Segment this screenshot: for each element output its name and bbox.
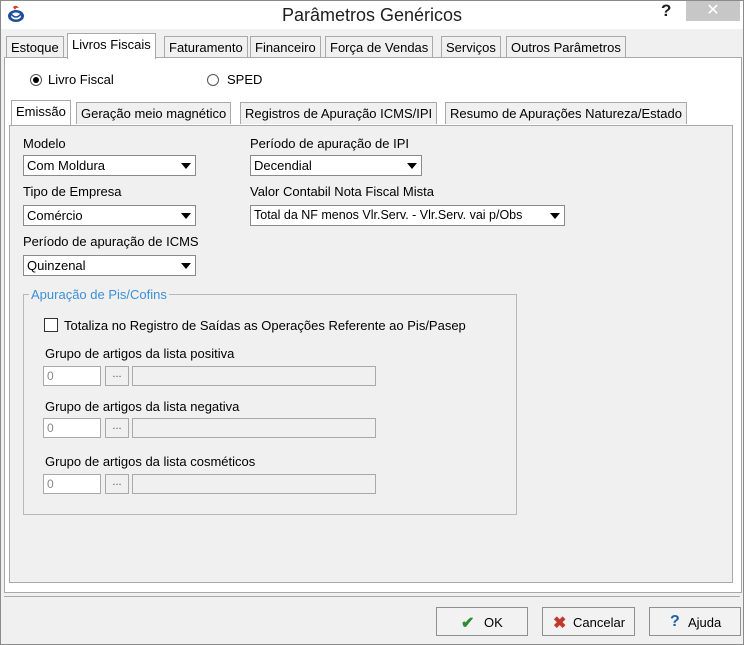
title-bar: Parâmetros Genéricos ? ✕ bbox=[1, 1, 743, 29]
tipo-empresa-label: Tipo de Empresa bbox=[23, 184, 122, 199]
grupo-cosmeticos-description bbox=[132, 474, 376, 494]
tab-label: Financeiro bbox=[255, 40, 316, 55]
tab-label: Emissão bbox=[16, 104, 66, 119]
subtab-geracao-meio-magnetico[interactable]: Geração meio magnético bbox=[76, 102, 232, 124]
grupo-positiva-code-input[interactable]: 0 bbox=[43, 366, 101, 386]
tab-label: Livros Fiscais bbox=[72, 37, 151, 52]
totaliza-label: Totaliza no Registro de Saídas as Operaç… bbox=[64, 318, 466, 333]
ok-button[interactable]: ✔ OK bbox=[436, 607, 528, 636]
grupo-positiva-label: Grupo de artigos da lista positiva bbox=[45, 346, 235, 361]
cancel-button-label: Cancelar bbox=[573, 615, 626, 630]
help-button-label: Ajuda bbox=[688, 615, 722, 630]
help-title-button[interactable]: ? bbox=[661, 1, 671, 21]
window-title: Parâmetros Genéricos bbox=[281, 5, 463, 25]
periodo-icms-select[interactable]: Quinzenal bbox=[23, 255, 196, 276]
grupo-negativa-code-input[interactable]: 0 bbox=[43, 418, 101, 438]
tab-label: Outros Parâmetros bbox=[511, 40, 621, 55]
grupo-cosmeticos-lookup-button[interactable]: ... bbox=[105, 474, 129, 494]
modelo-value: Com Moldura bbox=[27, 158, 106, 173]
tab-label: Resumo de Apurações Natureza/Estado bbox=[450, 106, 682, 121]
pis-cofins-title: Apuração de Pis/Cofins bbox=[29, 287, 169, 302]
tab-label: Estoque bbox=[11, 40, 59, 55]
valor-contabil-label: Valor Contabil Nota Fiscal Mista bbox=[250, 184, 434, 199]
tab-servicos[interactable]: Serviços bbox=[441, 36, 501, 58]
tab-outros-parametros[interactable]: Outros Parâmetros bbox=[506, 36, 626, 58]
modelo-select[interactable]: Com Moldura bbox=[23, 155, 196, 176]
tab-label: Força de Vendas bbox=[330, 40, 429, 55]
subtab-registros-apuracao[interactable]: Registros de Apuração ICMS/IPI bbox=[240, 102, 438, 124]
tab-faturamento[interactable]: Faturamento bbox=[164, 36, 248, 58]
tab-label: Registros de Apuração ICMS/IPI bbox=[245, 106, 433, 121]
subtab-resumo-apuracoes[interactable]: Resumo de Apurações Natureza/Estado bbox=[445, 102, 687, 124]
periodo-ipi-select[interactable]: Decendial bbox=[250, 155, 422, 176]
grupo-negativa-lookup-button[interactable]: ... bbox=[105, 418, 129, 438]
footer-divider bbox=[4, 596, 740, 597]
chevron-down-icon[interactable] bbox=[403, 157, 420, 174]
chevron-down-icon[interactable] bbox=[177, 257, 194, 274]
tab-label: Faturamento bbox=[169, 40, 243, 55]
ok-button-label: OK bbox=[484, 615, 503, 630]
periodo-icms-label: Período de apuração de ICMS bbox=[23, 234, 199, 249]
dialog-window: Parâmetros Genéricos ? ✕ Estoque Livros … bbox=[0, 0, 744, 645]
tab-estoque[interactable]: Estoque bbox=[6, 36, 64, 58]
totaliza-checkbox[interactable] bbox=[44, 318, 58, 332]
chevron-down-icon[interactable] bbox=[546, 207, 563, 224]
help-button[interactable]: ? Ajuda bbox=[649, 607, 741, 636]
grupo-negativa-label: Grupo de artigos da lista negativa bbox=[45, 399, 240, 414]
radio-sped[interactable] bbox=[207, 74, 219, 86]
radio-livro-fiscal-label: Livro Fiscal bbox=[48, 72, 114, 87]
close-button[interactable]: ✕ bbox=[686, 1, 740, 21]
grupo-cosmeticos-label: Grupo de artigos da lista cosméticos bbox=[45, 454, 256, 469]
radio-livro-fiscal[interactable] bbox=[30, 74, 42, 86]
chevron-down-icon[interactable] bbox=[177, 157, 194, 174]
tipo-empresa-select[interactable]: Comércio bbox=[23, 205, 196, 226]
tab-label: Serviços bbox=[446, 40, 496, 55]
periodo-icms-value: Quinzenal bbox=[27, 258, 86, 273]
question-icon: ? bbox=[670, 613, 680, 630]
tab-livros-fiscais[interactable]: Livros Fiscais bbox=[67, 33, 156, 59]
grupo-cosmeticos-code-input[interactable]: 0 bbox=[43, 474, 101, 494]
valor-contabil-select[interactable]: Total da NF menos Vlr.Serv. - Vlr.Serv. … bbox=[250, 205, 565, 226]
grupo-positiva-description bbox=[132, 366, 376, 386]
periodo-ipi-label: Período de apuração de IPI bbox=[250, 136, 410, 151]
check-icon: ✔ bbox=[461, 615, 475, 632]
periodo-ipi-value: Decendial bbox=[254, 158, 312, 173]
radio-sped-label: SPED bbox=[227, 72, 263, 87]
valor-contabil-value: Total da NF menos Vlr.Serv. - Vlr.Serv. … bbox=[254, 208, 523, 222]
grupo-positiva-lookup-button[interactable]: ... bbox=[105, 366, 129, 386]
grupo-negativa-description bbox=[132, 418, 376, 438]
modelo-label: Modelo bbox=[23, 136, 66, 151]
tab-forca-de-vendas[interactable]: Força de Vendas bbox=[325, 36, 434, 58]
chevron-down-icon[interactable] bbox=[177, 207, 194, 224]
tipo-empresa-value: Comércio bbox=[27, 208, 83, 223]
x-icon: ✖ bbox=[553, 615, 567, 632]
subtab-emissao[interactable]: Emissão bbox=[11, 100, 71, 125]
cancel-button[interactable]: ✖ Cancelar bbox=[542, 607, 635, 636]
tab-financeiro[interactable]: Financeiro bbox=[250, 36, 321, 58]
tab-label: Geração meio magnético bbox=[81, 106, 227, 121]
